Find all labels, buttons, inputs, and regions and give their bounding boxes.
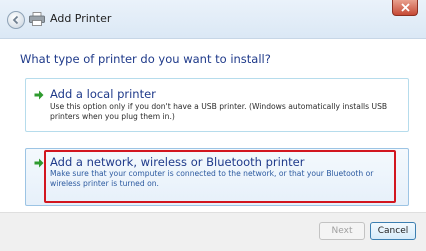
printer-icon	[29, 12, 45, 26]
close-button[interactable]	[392, 0, 418, 16]
close-icon	[401, 3, 410, 12]
option-description: Use this option only if you don't have a…	[50, 102, 388, 121]
window-title: Add Printer	[50, 12, 112, 25]
page-heading: What type of printer do you want to inst…	[20, 52, 271, 66]
back-button[interactable]	[7, 11, 25, 29]
title-bar: Add Printer	[0, 0, 426, 39]
next-button[interactable]: Next	[319, 222, 365, 240]
highlight-annotation-box	[44, 150, 396, 203]
add-local-printer-option[interactable]: Add a local printer Use this option only…	[25, 78, 409, 132]
option-title: Add a local printer	[50, 87, 156, 101]
cancel-button[interactable]: Cancel	[370, 222, 416, 240]
green-arrow-icon	[34, 158, 44, 168]
green-arrow-icon	[34, 90, 44, 100]
back-arrow-icon	[12, 15, 19, 25]
